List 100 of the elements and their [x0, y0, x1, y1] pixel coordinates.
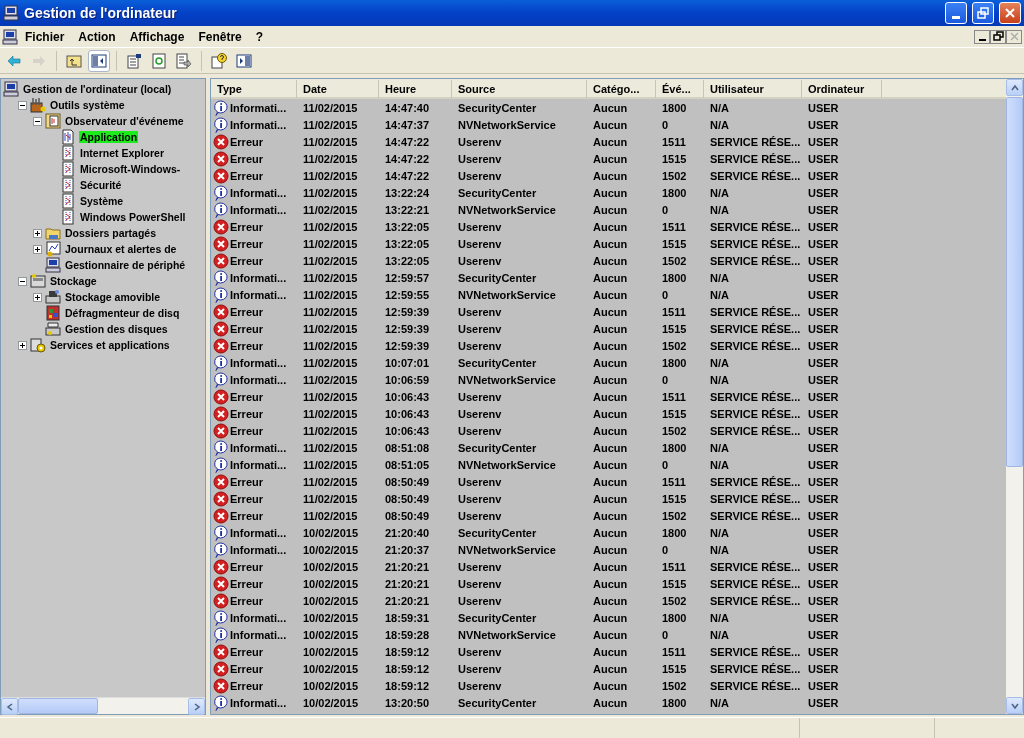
tree-item[interactable]: Système: [79, 195, 125, 207]
table-cell: Informati...: [230, 203, 287, 216]
table-cell-text: SERVICE RÉSE...: [709, 492, 802, 505]
table-cell-text: USER: [807, 356, 840, 369]
collapse-toggle[interactable]: [18, 276, 27, 286]
tree-item[interactable]: Gestion de l'ordinateur (local): [22, 83, 173, 95]
tree-item[interactable]: Défragmenteur de disq: [64, 307, 181, 319]
tree-item[interactable]: Internet Explorer: [79, 147, 166, 159]
expand-toggle[interactable]: [33, 228, 42, 238]
table-cell-text: 18:59:28: [384, 628, 431, 641]
table-cell-text: USER: [807, 186, 840, 199]
menu-item[interactable]: ?: [248, 28, 271, 45]
horizontal-scrollbar[interactable]: [1, 697, 205, 714]
table-cell-text: SERVICE RÉSE...: [709, 169, 802, 182]
tree-item[interactable]: Services et applications: [49, 339, 171, 351]
table-cell-text: 13:22:24: [384, 186, 431, 199]
minimize-button[interactable]: [974, 29, 990, 44]
table-cell-text: NVNetworkService: [457, 543, 557, 556]
expand-toggle[interactable]: [33, 244, 42, 254]
table-cell-text: 1502: [661, 679, 688, 692]
tree-item[interactable]: Stockage amovible: [64, 291, 162, 303]
scroll-left-button[interactable]: [1, 698, 18, 715]
table-cell-text: SERVICE RÉSE...: [709, 305, 802, 318]
column-header[interactable]: Heure: [379, 80, 452, 98]
table-cell-text: 1800: [661, 441, 688, 454]
tree-item[interactable]: Dossiers partagés: [64, 227, 158, 239]
table-cell-text: USER: [807, 407, 840, 420]
panes-button[interactable]: [88, 49, 110, 72]
table-cell-text: 11/02/2015: [302, 390, 359, 403]
table-cell-text: 11/02/2015: [302, 220, 359, 233]
table-cell-text: Aucun: [592, 424, 629, 437]
table-cell-text: N/A: [709, 203, 730, 216]
expand-toggle[interactable]: [33, 292, 42, 302]
table-cell-text: Aucun: [592, 628, 629, 641]
column-header[interactable]: Ordinateur: [802, 80, 882, 98]
collapse-toggle[interactable]: [18, 100, 27, 110]
table-cell-text: Userenv: [457, 322, 503, 335]
scroll-right-button[interactable]: [188, 698, 205, 715]
table-cell-text: 1515: [661, 492, 688, 505]
panes-icon: [91, 52, 107, 69]
menu-item[interactable]: Fichier: [18, 28, 72, 45]
table-cell-text: Aucun: [592, 186, 629, 199]
tree-item[interactable]: Journaux et alertes de: [64, 243, 178, 255]
menu-item[interactable]: Action: [71, 28, 123, 45]
table-cell-text: Aucun: [592, 118, 629, 131]
column-header[interactable]: Utilisateur: [704, 80, 802, 98]
table-cell-text: 10/02/2015: [302, 645, 360, 658]
table-cell-text: 1502: [661, 424, 688, 437]
table-cell-text: Userenv: [457, 407, 503, 420]
table-cell-text: 11/02/2015: [302, 305, 359, 318]
tree-item[interactable]: Microsoft-Windows-: [79, 163, 182, 175]
scroll-up-button[interactable]: [1006, 79, 1023, 96]
tree-item[interactable]: Application: [79, 131, 139, 143]
tree-item[interactable]: Windows PowerShell: [79, 211, 187, 223]
column-header[interactable]: Type: [211, 80, 297, 98]
menu-item[interactable]: Fenêtre: [191, 28, 249, 45]
tree-item[interactable]: Observateur d'événeme: [64, 115, 185, 127]
table-cell-text: SERVICE RÉSE...: [709, 475, 802, 488]
scroll-thumb[interactable]: [18, 698, 98, 714]
scroll-down-button[interactable]: [1006, 697, 1023, 714]
table-cell: Erreur: [230, 322, 264, 335]
tree-item[interactable]: Stockage: [49, 275, 98, 287]
table-cell-text: 21:20:21: [384, 560, 431, 573]
table-cell-text: 10/02/2015: [302, 577, 360, 590]
info-icon: [213, 609, 229, 626]
column-header[interactable]: Source: [452, 80, 587, 98]
tree-item[interactable]: Outils système: [49, 99, 126, 111]
table-cell-text: 14:47:40: [384, 101, 431, 114]
restore-button[interactable]: [990, 29, 1006, 44]
table-cell-text: Aucun: [592, 101, 629, 114]
tree-item[interactable]: Gestionnaire de périphé: [64, 259, 187, 271]
error-icon: [213, 337, 229, 354]
plus-icon: [19, 341, 26, 349]
tree-item[interactable]: Gestion des disques: [64, 323, 169, 335]
collapse-toggle[interactable]: [33, 116, 42, 126]
expand-toggle[interactable]: [18, 340, 27, 350]
table-cell-text: Aucun: [592, 560, 629, 573]
tree-item[interactable]: Sécurité: [79, 179, 123, 191]
table-cell-text: 1515: [661, 322, 688, 335]
column-header[interactable]: Catégo...: [587, 80, 656, 98]
table-cell-text: 13:22:05: [384, 220, 431, 233]
table-cell-text: 11/02/2015: [302, 509, 359, 522]
table-cell-text: USER: [807, 526, 840, 539]
error-icon: [213, 677, 229, 694]
menu-item[interactable]: Affichage: [122, 28, 192, 45]
table-cell-text: USER: [807, 577, 840, 590]
minimize-icon: [978, 39, 986, 41]
chart-icon: [45, 241, 61, 257]
column-header[interactable]: Évé...: [656, 80, 704, 98]
error-icon: [213, 235, 229, 252]
scroll-thumb[interactable]: [1006, 97, 1023, 467]
column-header[interactable]: Date: [297, 80, 379, 98]
table-cell-text: 10:06:43: [384, 407, 431, 420]
table-cell-text: USER: [807, 101, 840, 114]
info-icon: [213, 201, 229, 218]
vertical-scrollbar[interactable]: [1006, 79, 1023, 714]
error-icon: [213, 473, 229, 490]
table-cell-text: 08:50:49: [384, 509, 431, 522]
table-cell-text: 11/02/2015: [302, 203, 359, 216]
table-cell-text: 12:59:39: [384, 305, 431, 318]
